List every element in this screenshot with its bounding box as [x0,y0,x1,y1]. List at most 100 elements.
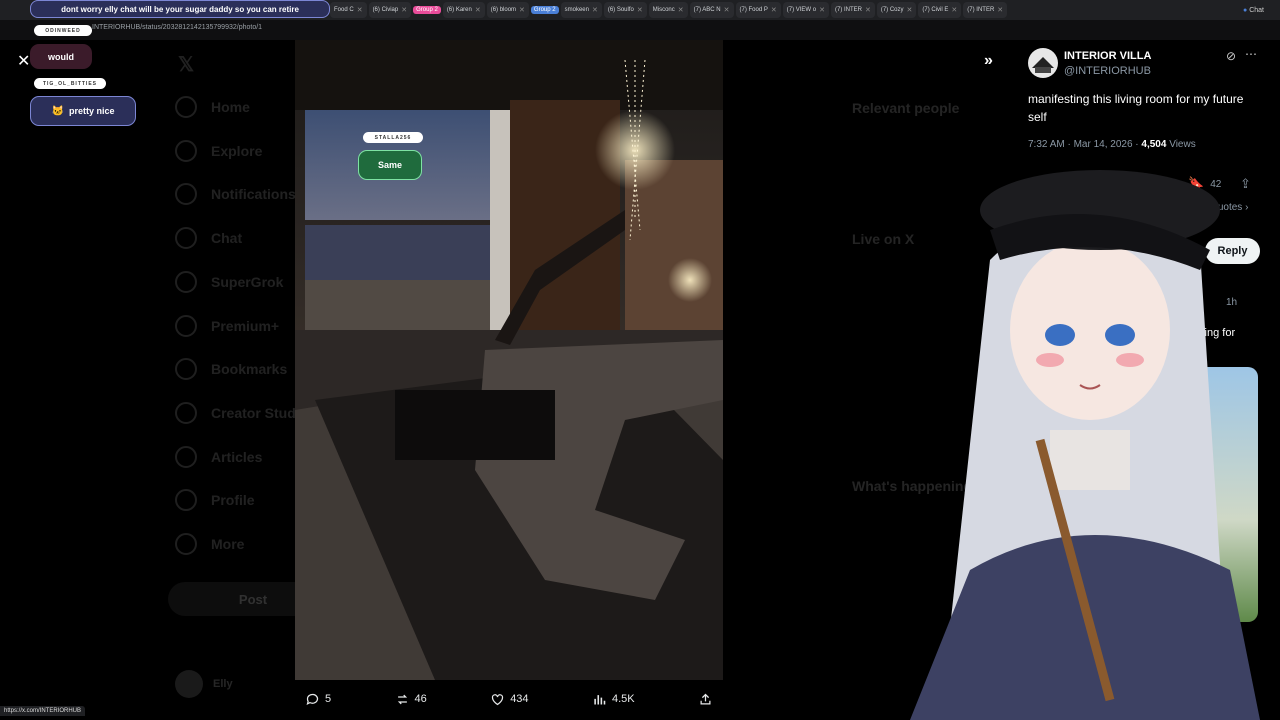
repost-count: 46 [414,693,427,705]
tab-label: (7) Food P [739,7,768,13]
relevant-people-heading: Relevant people [852,100,960,116]
close-tab-icon[interactable]: ✕ [678,6,684,14]
like-count: 434 [510,693,529,705]
browser-tab[interactable]: Food C ✕ [330,2,367,18]
account-switcher[interactable]: Elly [175,670,233,698]
tab-label: (7) VIEW o [786,7,817,13]
living-room-image [295,40,723,680]
sidebar-item-premium-[interactable]: Premium+ [175,314,280,337]
browser-tab[interactable]: (6) bloom ✕ [486,2,529,18]
display-name[interactable]: INTERIOR VILLA [1064,50,1151,62]
close-tab-icon[interactable]: ✕ [865,6,871,14]
close-tab-icon[interactable]: ✕ [475,6,481,14]
sidebar-item-articles[interactable]: Articles [175,445,263,468]
close-icon[interactable]: ✕ [17,51,30,71]
chat-icon: ● [1243,6,1248,14]
sidebar-item-label: More [211,536,245,552]
user-handle[interactable]: @INTERIORHUB [1064,65,1151,77]
account-name: Elly [213,678,233,690]
browser-tab[interactable]: (6) Karen ✕ [442,2,485,18]
sidebar-item-label: Explore [211,142,263,159]
chat-message-4: Same [358,150,422,180]
close-tab-icon[interactable]: ✕ [401,6,407,14]
nav-icon [175,227,197,250]
repost-button[interactable]: 46 [395,692,427,707]
tab-label: smokeen [564,7,589,13]
like-button[interactable]: 434 [490,692,529,707]
nav-icon [175,358,197,381]
close-tab-icon[interactable]: ✕ [819,6,825,14]
browser-tab[interactable]: (7) VIEW o ✕ [782,2,829,18]
repost-icon [397,694,407,704]
collapse-panel-icon[interactable]: » [984,52,993,70]
sidebar-item-label: Articles [211,448,263,465]
reply-count: 5 [325,693,332,705]
avatar [175,670,203,698]
tab-label: (7) Cozy [880,7,904,13]
more-icon[interactable]: ⋯ [1245,47,1257,61]
close-tab-icon[interactable]: ✕ [724,6,730,14]
chat-username-tag: TIG_OL_BITTIES [34,78,106,89]
sidebar-item-home[interactable]: Home [175,96,250,118]
close-tab-icon[interactable]: ✕ [637,6,643,14]
sidebar-item-label: SuperGrok [211,273,284,290]
tab-group-label[interactable]: Group 2 [413,6,441,14]
browser-tab[interactable]: (6) Civiap ✕ [368,2,412,18]
sidebar-item-label: Premium+ [211,317,280,334]
browser-tab[interactable]: (7) INTER ✕ [963,2,1008,18]
sidebar-item-more[interactable]: More [175,533,244,555]
close-tab-icon[interactable]: ✕ [519,6,525,14]
chat-message-1: dont worry elly chat will be your sugar … [30,0,330,18]
share-icon [700,693,711,704]
emote-icon: 🐱 [51,105,64,117]
tab-label: Food C [334,7,354,13]
chat-message-2: would [30,44,92,69]
tab-label: (7) Civil E [922,7,949,13]
sidebar-item-label: Home [211,99,250,115]
share-button[interactable] [698,692,713,707]
sidebar-item-explore[interactable]: Explore [175,139,263,162]
browser-tab[interactable]: (7) Civil E ✕ [918,2,962,18]
sidebar-item-label: Creator Studio [211,404,309,421]
browser-tab[interactable]: (7) ABC N ✕ [689,2,734,18]
sidebar-item-profile[interactable]: Profile [175,489,255,512]
browser-tab[interactable]: smokeen ✕ [560,2,602,18]
sidebar-item-supergrok[interactable]: SuperGrok [175,270,284,293]
close-tab-icon[interactable]: ✕ [357,6,363,14]
browser-tab[interactable]: (7) Food P ✕ [735,2,781,18]
views-button[interactable]: 4.5K [592,692,635,707]
browser-tab[interactable]: (7) INTER ✕ [830,2,875,18]
url-text[interactable]: INTERIORHUB/status/2032812142135799932/p… [92,24,262,31]
browser-tab[interactable]: (6) Soulfo ✕ [603,2,647,18]
close-tab-icon[interactable]: ✕ [771,6,777,14]
reply-button[interactable]: 5 [305,692,331,707]
avatar[interactable] [1028,48,1058,78]
close-tab-icon[interactable]: ✕ [951,6,957,14]
close-tab-icon[interactable]: ✕ [907,6,913,14]
tab-label: (7) ABC N [693,7,721,13]
grok-icon[interactable]: ⊘ [1226,49,1236,63]
x-logo-icon[interactable]: 𝕏 [178,52,194,77]
browser-tab[interactable]: Misconc ✕ [648,2,688,18]
chat-username-tag: ODINWEED [34,25,92,36]
sidebar-item-creator-studio[interactable]: Creator Studio [175,401,309,424]
chat-button[interactable]: ● Chat [1243,7,1264,14]
tab-label: (6) Soulfo [607,7,634,13]
sidebar-item-notifications[interactable]: Notifications [175,183,296,206]
browser-tab[interactable]: (7) Cozy ✕ [876,2,917,18]
close-tab-icon[interactable]: ✕ [592,6,598,14]
tweet-photo[interactable] [295,40,723,680]
tweet-text: manifesting this living room for my futu… [1028,92,1244,124]
nav-icon [175,314,197,337]
post-button-label: Post [238,591,268,607]
chat-message-text: pretty nice [68,106,115,116]
sidebar-item-chat[interactable]: Chat [175,227,242,250]
nav-icon [175,533,197,555]
tab-label: (6) bloom [490,7,517,13]
nav-icon [175,96,197,118]
sidebar-item-bookmarks[interactable]: Bookmarks [175,358,287,381]
tab-group-label[interactable]: Group 2 [530,6,559,14]
close-tab-icon[interactable]: ✕ [997,6,1003,14]
chat-message-text: Same [377,160,403,170]
browser-window-controls: ● Chat [1243,0,1264,20]
